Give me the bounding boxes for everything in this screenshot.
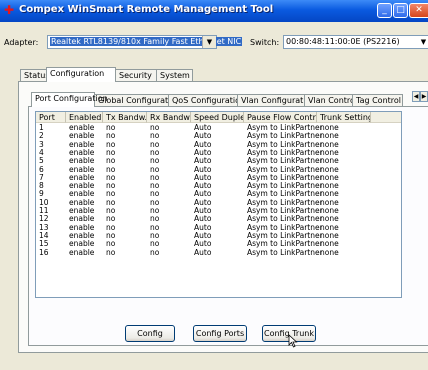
- column-header-filler: [371, 112, 401, 123]
- cell-trunk-setting: none: [320, 156, 339, 166]
- cell-port: 15: [39, 239, 49, 249]
- cell-pause-flow-control: Asym to LinkPartner: [247, 247, 323, 257]
- column-header-pause-flow-control[interactable]: Pause Flow Control: [244, 112, 317, 123]
- switch-label: Switch:: [250, 38, 280, 47]
- close-icon[interactable]: ✕: [409, 3, 428, 18]
- column-header-port[interactable]: Port: [36, 112, 66, 123]
- cell-pause-flow-control: Asym to LinkPartner: [247, 156, 323, 166]
- cell-rx-bandwidth: no: [150, 239, 160, 249]
- cell-pause-flow-control: Asym to LinkPartner: [247, 239, 323, 249]
- cell-tx-bandwidth: no: [106, 239, 116, 249]
- cell-tx-bandwidth: no: [106, 156, 116, 166]
- tab-port-configuration[interactable]: Port Configuration: [31, 92, 108, 107]
- compex-logo-icon: ✚: [4, 3, 15, 17]
- switch-select[interactable]: 00:80:48:11:00:0E (PS2216) ▼: [283, 35, 428, 49]
- window-title: Compex WinSmart Remote Management Tool: [19, 4, 274, 15]
- table-row[interactable]: 15 enable no no Auto Asym to LinkPartner none: [36, 240, 401, 248]
- table-row[interactable]: 5 enable no no Auto Asym to LinkPartner none: [36, 157, 401, 165]
- adapter-select[interactable]: Realtek RTL8139/810x Family Fast Etherne…: [47, 35, 243, 49]
- table-header: Port Enabled Tx Bandw... Rx Bandw... Spe…: [36, 112, 401, 123]
- cell-speed-duplex: Auto: [194, 156, 212, 166]
- cell-speed-duplex: Auto: [194, 239, 212, 249]
- mouse-pointer-icon: [288, 334, 298, 348]
- scroll-left-icon[interactable]: ◀: [412, 91, 420, 102]
- cell-speed-duplex: Auto: [194, 247, 212, 257]
- cell-enabled: enable: [69, 239, 95, 249]
- switch-value: 00:80:48:11:00:0E (PS2216): [286, 37, 400, 46]
- column-header-enabled[interactable]: Enabled: [66, 112, 103, 123]
- column-header-rx-bandwidth[interactable]: Rx Bandw...: [147, 112, 191, 123]
- adapter-label: Adapter:: [4, 38, 39, 47]
- config-ports-button[interactable]: Config Ports: [193, 325, 247, 342]
- scroll-right-icon[interactable]: ▶: [420, 91, 428, 102]
- cell-tx-bandwidth: no: [106, 247, 116, 257]
- column-header-speed-duplex[interactable]: Speed Duplex: [191, 112, 244, 123]
- cell-rx-bandwidth: no: [150, 156, 160, 166]
- cell-port: 5: [39, 156, 44, 166]
- title-bar[interactable]: ✚ Compex WinSmart Remote Management Tool…: [0, 0, 428, 22]
- chevron-down-icon[interactable]: ▼: [417, 36, 428, 48]
- column-header-tx-bandwidth[interactable]: Tx Bandw...: [103, 112, 147, 123]
- chevron-down-icon[interactable]: ▼: [202, 36, 216, 48]
- port-table[interactable]: Port Enabled Tx Bandw... Rx Bandw... Spe…: [35, 111, 402, 298]
- minimize-icon[interactable]: _: [377, 3, 392, 18]
- cell-port: 16: [39, 247, 49, 257]
- maximize-icon[interactable]: □: [393, 3, 408, 18]
- tab-scroller: ◀ ▶: [412, 91, 428, 103]
- config-button[interactable]: Config: [125, 325, 175, 342]
- cell-rx-bandwidth: no: [150, 247, 160, 257]
- column-header-trunk-setting[interactable]: Trunk Setting: [317, 112, 371, 123]
- table-row[interactable]: 16 enable no no Auto Asym to LinkPartner none: [36, 247, 401, 257]
- app-window: ✚ Compex WinSmart Remote Management Tool…: [0, 0, 428, 370]
- cell-enabled: enable: [69, 247, 95, 257]
- tab-configuration[interactable]: Configuration: [46, 67, 116, 82]
- cell-trunk-setting: none: [320, 247, 339, 257]
- cell-enabled: enable: [69, 156, 95, 166]
- cell-trunk-setting: none: [320, 239, 339, 249]
